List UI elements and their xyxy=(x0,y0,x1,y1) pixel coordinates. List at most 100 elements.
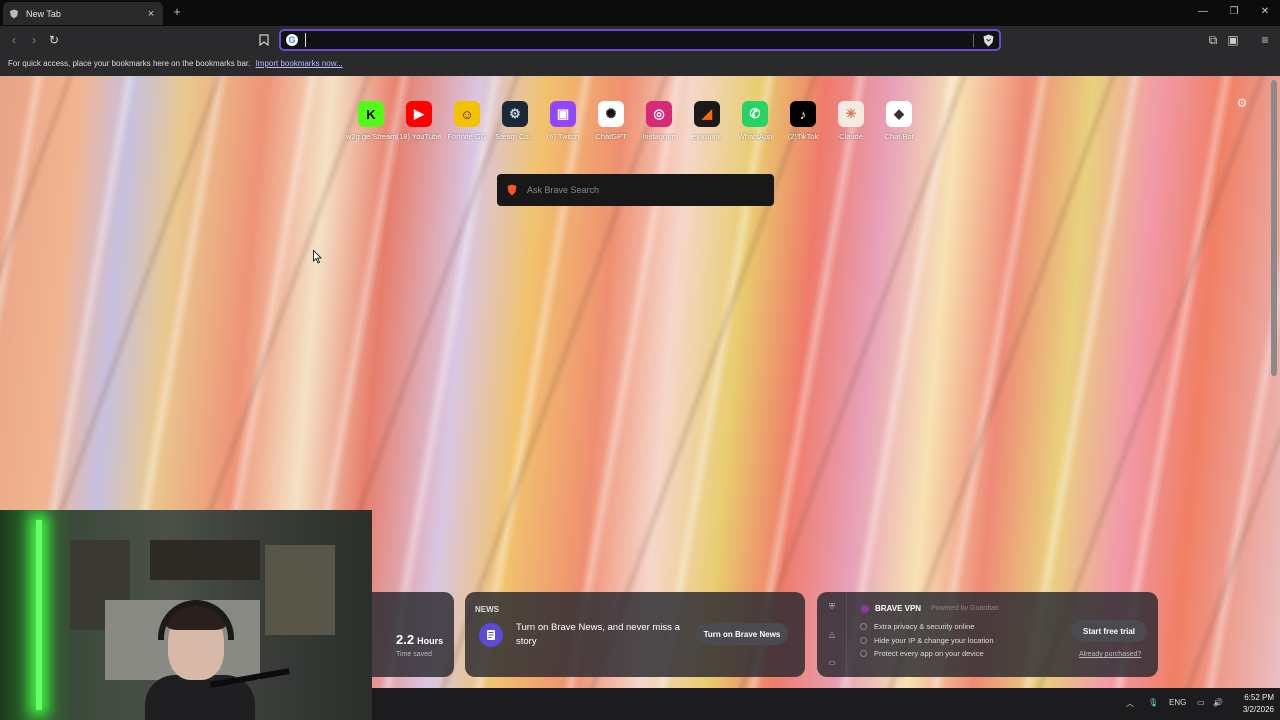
vpn-features: Extra privacy & security online Hide you… xyxy=(860,620,994,661)
top-site-tile[interactable]: Kw2g.ge Stream xyxy=(346,101,396,141)
start-free-trial-button[interactable]: Start free trial xyxy=(1071,620,1147,642)
brave-lion-icon xyxy=(507,184,517,196)
chatgpt-icon: ✺ xyxy=(598,101,624,127)
turn-on-news-button[interactable]: Turn on Brave News xyxy=(696,623,788,645)
top-site-tile[interactable]: ◎ Instagram xyxy=(635,101,683,141)
vpn-feature: Hide your IP & change your location xyxy=(860,634,994,648)
bookmarks-bar: For quick access, place your bookmarks h… xyxy=(0,54,1280,76)
vpn-powered-by: Powered by Guardian xyxy=(931,605,999,612)
menu-icon[interactable]: ≡ xyxy=(1257,32,1273,48)
clock[interactable]: 6:52 PM 3/2/2026 xyxy=(1232,692,1274,716)
top-site-label: (18) YouTube xyxy=(396,132,442,141)
claude-icon: ✳ xyxy=(838,101,864,127)
evaziune-icon: ◢ xyxy=(694,101,720,127)
top-site-tile[interactable]: ▶ (18) YouTube xyxy=(395,101,443,141)
volume-icon[interactable]: 🔊 xyxy=(1213,698,1223,707)
top-site-label: Instagram xyxy=(642,132,676,141)
wallet-icon[interactable]: ▣ xyxy=(1225,32,1241,48)
page-scrollbar[interactable] xyxy=(1271,80,1277,376)
top-sites: Kw2g.ge Stream ▶ (18) YouTube ☺ Fortnite.GG ⚙… xyxy=(346,101,923,141)
tab-close-icon[interactable]: × xyxy=(145,8,157,20)
news-widget: NEWS Turn on Brave News, and never miss … xyxy=(465,592,805,677)
bookmarks-hint: For quick access, place your bookmarks h… xyxy=(8,59,251,68)
instagram-icon: ◎ xyxy=(646,101,672,127)
twitch-icon: ▣ xyxy=(550,101,576,127)
extensions-icon[interactable]: ⧉ xyxy=(1205,32,1221,48)
new-tab-button[interactable]: + xyxy=(170,5,184,19)
stats-widget: 2.2 Hours Time saved xyxy=(372,592,454,677)
import-bookmarks-link[interactable]: Import bookmarks now... xyxy=(256,59,343,68)
top-site-tile[interactable]: ◆ Chat Bot xyxy=(875,101,923,141)
already-purchased-link[interactable]: Already purchased? xyxy=(1079,651,1141,658)
top-site-tile[interactable]: ♪ (2)TikTok xyxy=(779,101,827,141)
time-saved-value: 2.2 Hours xyxy=(396,632,444,647)
top-site-label: evaziune xyxy=(691,132,723,141)
brave-shield-icon xyxy=(9,9,19,19)
led-strip xyxy=(36,520,42,710)
fortnite-gg-icon: ☺ xyxy=(454,101,480,127)
top-site-tile[interactable]: ✆ WhatsApp xyxy=(731,101,779,141)
top-site-label: w2g.ge Stream xyxy=(346,132,396,141)
top-site-label: ChatGPT xyxy=(595,132,627,141)
youtube-icon: ▶ xyxy=(406,101,432,127)
vpn-logo-icon xyxy=(861,604,869,613)
address-bar[interactable]: G xyxy=(279,29,1001,51)
clock-time: 6:52 PM xyxy=(1244,693,1274,702)
microphone-icon[interactable]: 🎙 xyxy=(1148,698,1158,707)
vpn-widget: ⛨ △ ▭ BRAVE VPN Powered by Guardian Extr… xyxy=(817,592,1158,677)
talk-tab-icon[interactable]: ▭ xyxy=(827,658,837,668)
tray-chevron-icon[interactable]: ︿ xyxy=(1126,698,1134,709)
google-icon: G xyxy=(286,34,298,46)
shelf xyxy=(150,540,260,580)
forward-icon[interactable]: › xyxy=(26,32,42,48)
minimize-icon[interactable]: — xyxy=(1195,5,1211,19)
address-separator xyxy=(973,34,974,47)
whatsapp-icon: ✆ xyxy=(742,101,768,127)
top-site-tile[interactable]: ✺ ChatGPT xyxy=(587,101,635,141)
search-placeholder: Ask Brave Search xyxy=(527,185,600,195)
toolbar: ‹ › ↻ G ⧉ ▣ ≡ xyxy=(0,26,1280,54)
network-icon[interactable]: ▭ xyxy=(1197,698,1205,707)
top-site-tile[interactable]: ⚙ Steam Co... xyxy=(491,101,539,141)
language-indicator[interactable]: ENG xyxy=(1169,698,1186,707)
vpn-tab-icon[interactable]: △ xyxy=(827,630,837,640)
top-site-tile[interactable]: ✳ Claude xyxy=(827,101,875,141)
top-site-label: Fortnite.GG xyxy=(447,132,487,141)
vpn-title: BRAVE VPN Powered by Guardian xyxy=(861,604,999,613)
widget-rail: ⛨ △ ▭ xyxy=(817,592,847,677)
tab-new-tab[interactable]: New Tab × xyxy=(3,2,163,25)
brave-shields-icon[interactable] xyxy=(983,34,994,47)
chatbot-icon: ◆ xyxy=(886,101,912,127)
webcam-overlay xyxy=(0,510,372,720)
window-close-icon[interactable]: ✕ xyxy=(1257,5,1273,19)
back-icon[interactable]: ‹ xyxy=(6,32,22,48)
address-input[interactable] xyxy=(305,33,945,47)
news-message: Turn on Brave News, and never miss a sto… xyxy=(516,622,680,647)
shield-tab-icon[interactable]: ⛨ xyxy=(827,602,837,612)
news-header: NEWS xyxy=(475,605,499,614)
top-site-label: Chat Bot xyxy=(884,132,914,141)
top-site-label: WhatsApp xyxy=(737,132,773,141)
cabinet xyxy=(265,545,335,635)
browser-window: New Tab × + — ❐ ✕ ‹ › ↻ G ⧉ ▣ ≡ For quic… xyxy=(0,0,1280,720)
clock-date: 3/2/2026 xyxy=(1242,705,1274,714)
top-site-tile[interactable]: ☺ Fortnite.GG xyxy=(443,101,491,141)
restore-icon[interactable]: ❐ xyxy=(1226,5,1242,19)
reload-icon[interactable]: ↻ xyxy=(46,32,62,48)
steam-icon: ⚙ xyxy=(502,101,528,127)
top-site-tile[interactable]: ▣ (6) Twitch xyxy=(539,101,587,141)
brave-search-box[interactable]: Ask Brave Search xyxy=(497,174,774,206)
tab-strip: New Tab × + — ❐ ✕ xyxy=(0,0,1280,26)
top-site-tile[interactable]: ◢ evaziune xyxy=(683,101,731,141)
news-icon xyxy=(479,623,503,647)
bookmark-icon[interactable] xyxy=(256,32,272,48)
vpn-feature: Extra privacy & security online xyxy=(860,620,994,634)
mouse-cursor-icon xyxy=(313,249,323,264)
tab-title: New Tab xyxy=(26,8,61,19)
top-site-label: (2)TikTok xyxy=(787,132,819,141)
time-saved-unit: Hours xyxy=(417,636,444,646)
vpn-feature: Protect every app on your device xyxy=(860,647,994,661)
customize-gear-icon[interactable]: ⚙ xyxy=(1235,96,1249,110)
top-site-label: Claude xyxy=(839,132,863,141)
top-site-label: (6) Twitch xyxy=(546,132,580,141)
